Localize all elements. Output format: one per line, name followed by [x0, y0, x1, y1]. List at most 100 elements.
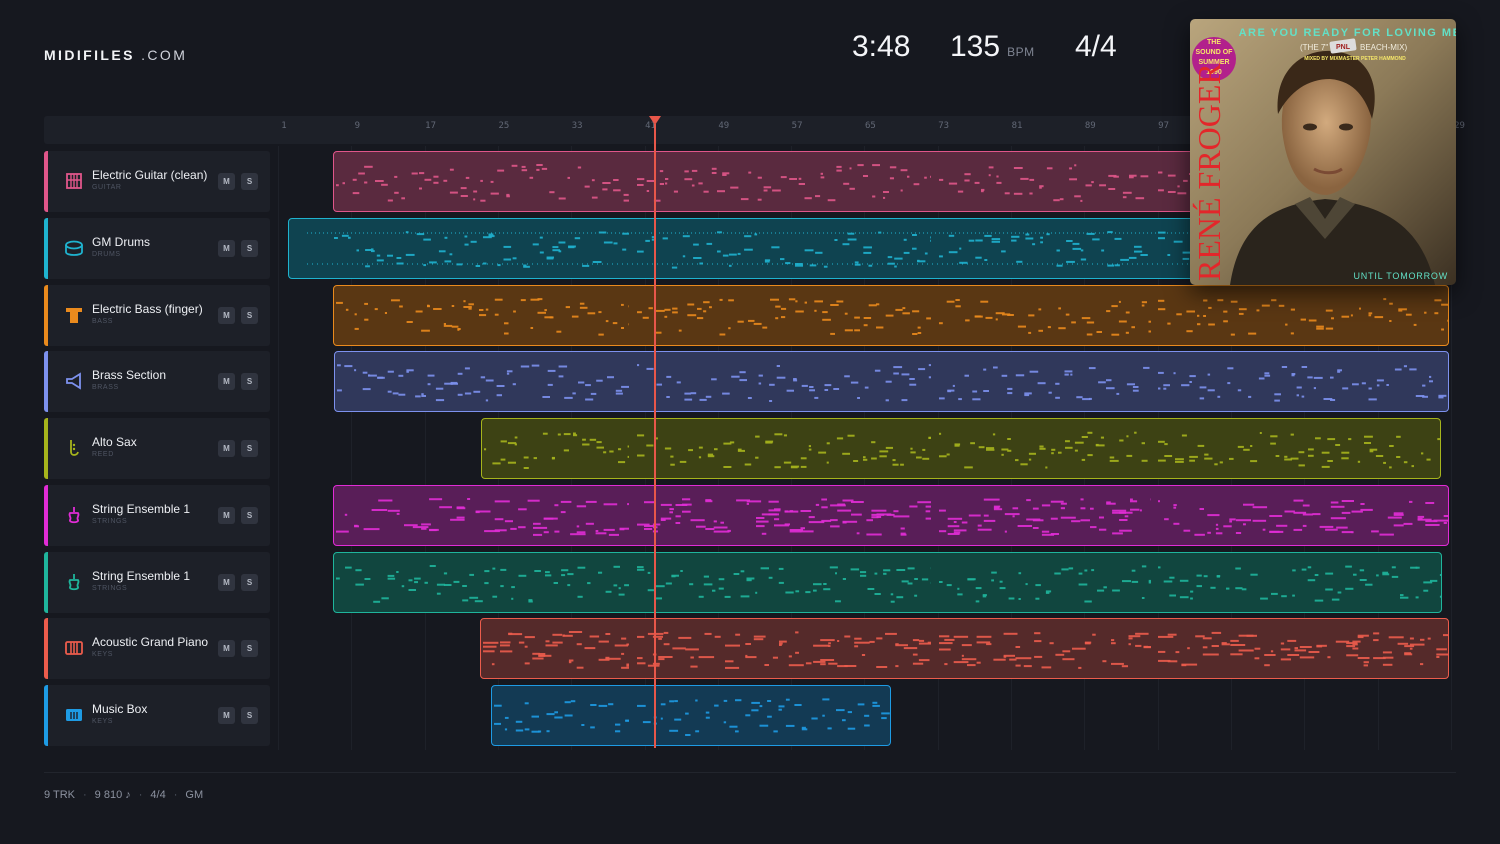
midi-clip[interactable] — [333, 484, 1449, 546]
cover-subtitle-left: (THE 7" — [1300, 43, 1328, 52]
mute-button[interactable]: M — [218, 440, 235, 457]
note-pattern — [336, 497, 1448, 536]
time-signature-readout: 4/4 — [1075, 30, 1117, 63]
track-header[interactable]: Electric Bass (finger) BASS M S — [44, 284, 270, 346]
note-pattern — [336, 564, 1441, 603]
solo-button[interactable]: S — [241, 640, 258, 658]
ruler-tick: 57 — [791, 121, 803, 131]
sax-icon — [63, 437, 85, 459]
midi-clip[interactable] — [333, 551, 1442, 613]
music-box-icon — [63, 704, 85, 726]
track-color-bar — [44, 284, 48, 346]
cover-credits: MIXED BY MIXMASTER PETER HAMMOND — [1304, 56, 1406, 62]
note-pattern — [337, 364, 1447, 403]
track-name: Alto Sax — [92, 435, 137, 449]
bpm-unit: BPM — [1007, 45, 1035, 59]
ruler-tick: 25 — [498, 121, 510, 131]
note-count: 9 810 ♪ — [94, 789, 131, 801]
duration-readout: 3:48 — [852, 30, 911, 63]
note-pattern — [336, 297, 1448, 336]
footer-standard: GM — [185, 789, 204, 801]
cover-logo: PNL — [1336, 44, 1351, 51]
ruler-tick: 49 — [718, 121, 730, 131]
track-color-bar — [44, 551, 48, 613]
midi-clip[interactable] — [288, 217, 1194, 279]
track-category: STRINGS — [92, 517, 128, 525]
track-name: String Ensemble 1 — [92, 568, 191, 583]
solo-button[interactable]: S — [241, 440, 258, 457]
note-pattern — [336, 164, 1193, 202]
cover-title: ARE YOU READY FOR LOVING ME — [1239, 27, 1456, 39]
track-name: Music Box — [92, 702, 148, 716]
ruler-tick: 97 — [1158, 121, 1170, 131]
track-name: Electric Bass (finger) — [92, 301, 203, 316]
mute-button[interactable]: M — [218, 707, 235, 724]
mute-button[interactable]: M — [218, 506, 235, 524]
track-category: BASS — [92, 317, 114, 325]
mute-button[interactable]: M — [218, 573, 235, 591]
solo-button[interactable]: S — [241, 306, 258, 324]
track-color-bar — [44, 351, 48, 413]
cover-subtitle-right: BEACH-MIX) — [1360, 43, 1407, 52]
midi-clip[interactable] — [491, 685, 891, 746]
track-count: 9 TRK — [44, 789, 75, 801]
ruler-tick: 65 — [864, 121, 876, 131]
track-category: GUITAR — [92, 184, 122, 191]
ruler-tick: 17 — [425, 121, 437, 131]
solo-button[interactable]: S — [241, 173, 258, 190]
cover-badge-line-2: SOUND OF — [1196, 49, 1234, 56]
solo-button[interactable]: S — [241, 573, 258, 591]
solo-button[interactable]: S — [241, 373, 258, 391]
guitar-icon — [63, 170, 85, 192]
track-header[interactable]: String Ensemble 1 STRINGS M S — [44, 551, 270, 613]
ruler-tick: 81 — [1011, 121, 1023, 131]
track-category: REED — [92, 451, 114, 458]
midi-clip[interactable] — [333, 151, 1194, 212]
mute-button[interactable]: M — [218, 239, 235, 257]
track-color-bar — [44, 418, 48, 479]
track-header[interactable]: Alto Sax REED M S — [44, 418, 270, 479]
brand-logo: MIDIFILES .COM — [44, 47, 188, 63]
track-header[interactable]: Acoustic Grand Piano KEYS M S — [44, 618, 270, 680]
midi-clip[interactable] — [333, 284, 1449, 346]
drum-icon — [63, 237, 85, 259]
grid-line — [278, 146, 279, 750]
track-color-bar — [44, 685, 48, 746]
solo-button[interactable]: S — [241, 506, 258, 524]
track-name: Brass Section — [92, 368, 167, 383]
midi-clip[interactable] — [480, 618, 1449, 680]
track-color-bar — [44, 618, 48, 680]
track-color-bar — [44, 484, 48, 546]
solo-button[interactable]: S — [241, 239, 258, 257]
track-header[interactable]: Electric Guitar (clean) GUITAR M S — [44, 151, 270, 212]
bpm-value: 135 — [950, 30, 1001, 63]
cover-bside: UNTIL TOMORROW — [1353, 271, 1448, 281]
note-pattern — [483, 631, 1448, 670]
note-pattern — [494, 698, 890, 736]
mute-button[interactable]: M — [218, 173, 235, 190]
violin-icon — [63, 504, 85, 526]
track-name: Electric Guitar (clean) — [92, 168, 208, 182]
mute-button[interactable]: M — [218, 640, 235, 658]
track-header[interactable]: Music Box KEYS M S — [44, 685, 270, 746]
track-category: DRUMS — [92, 250, 121, 258]
track-header[interactable]: Brass Section BRASS M S — [44, 351, 270, 413]
note-pattern — [484, 431, 1440, 469]
midi-clip[interactable] — [334, 351, 1449, 413]
track-name: Acoustic Grand Piano — [92, 635, 209, 650]
track-category: KEYS — [92, 718, 114, 725]
track-category: KEYS — [92, 651, 114, 659]
playhead[interactable] — [654, 124, 656, 748]
cover-artist: RENÉ FROGER — [1191, 63, 1227, 281]
solo-button[interactable]: S — [241, 707, 258, 724]
mute-button[interactable]: M — [218, 306, 235, 324]
track-header[interactable]: String Ensemble 1 STRINGS M S — [44, 484, 270, 546]
bass-icon — [63, 304, 85, 326]
midi-clip[interactable] — [481, 418, 1441, 479]
track-header[interactable]: GM Drums DRUMS M S — [44, 217, 270, 279]
track-name: GM Drums — [92, 234, 150, 249]
mute-button[interactable]: M — [218, 373, 235, 391]
track-color-bar — [44, 151, 48, 212]
footer-summary: 9 TRK · 9 810 ♪ · 4/4 · GM — [44, 789, 204, 801]
album-cover: THE SOUND OF SUMMER 1990 ARE YOU READY F… — [1190, 19, 1456, 285]
